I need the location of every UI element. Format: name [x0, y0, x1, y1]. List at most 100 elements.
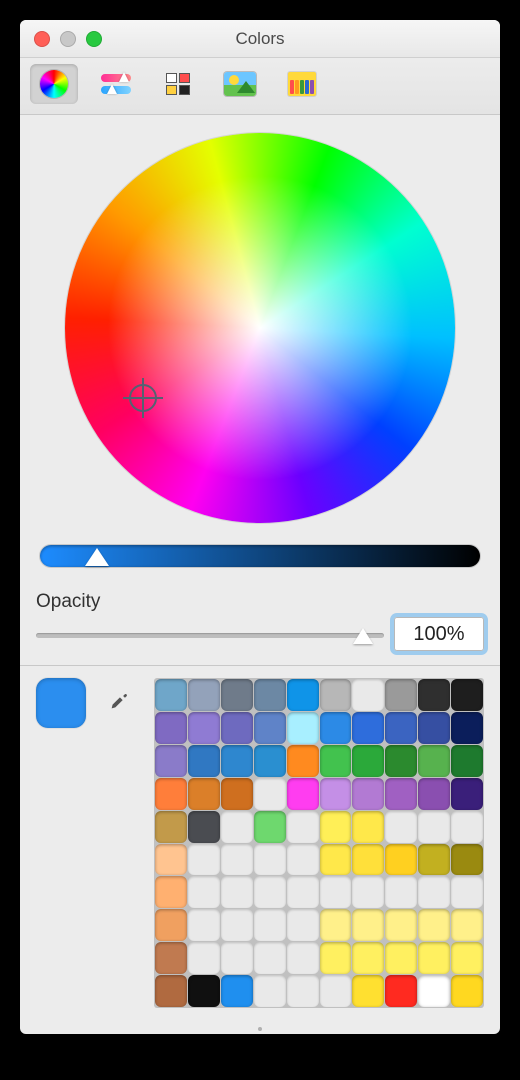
swatch-cell[interactable]	[287, 745, 319, 777]
swatch-cell[interactable]	[352, 909, 384, 941]
swatch-cell[interactable]	[418, 975, 450, 1007]
swatch-cell[interactable]	[385, 909, 417, 941]
opacity-thumb[interactable]	[353, 628, 373, 644]
swatch-cell[interactable]	[221, 844, 253, 876]
opacity-field[interactable]: 100%	[394, 617, 484, 651]
swatch-cell[interactable]	[254, 844, 286, 876]
current-color-swatch[interactable]	[36, 678, 86, 728]
wheel-cursor-icon[interactable]	[129, 384, 157, 412]
swatch-cell[interactable]	[188, 811, 220, 843]
zoom-button[interactable]	[86, 31, 102, 47]
tab-color-palettes[interactable]	[154, 64, 202, 104]
swatch-cell[interactable]	[287, 778, 319, 810]
swatch-cell[interactable]	[254, 942, 286, 974]
swatch-cell[interactable]	[418, 679, 450, 711]
swatch-cell[interactable]	[418, 778, 450, 810]
swatch-cell[interactable]	[418, 712, 450, 744]
swatch-cell[interactable]	[352, 745, 384, 777]
swatch-cell[interactable]	[320, 811, 352, 843]
swatch-cell[interactable]	[221, 679, 253, 711]
swatch-cell[interactable]	[320, 778, 352, 810]
swatch-cell[interactable]	[320, 679, 352, 711]
swatch-cell[interactable]	[221, 975, 253, 1007]
swatch-cell[interactable]	[188, 876, 220, 908]
swatch-cell[interactable]	[385, 745, 417, 777]
swatch-cell[interactable]	[320, 942, 352, 974]
swatch-cell[interactable]	[188, 745, 220, 777]
swatch-cell[interactable]	[287, 975, 319, 1007]
swatch-cell[interactable]	[451, 844, 483, 876]
swatch-cell[interactable]	[155, 975, 187, 1007]
swatch-cell[interactable]	[320, 975, 352, 1007]
swatch-cell[interactable]	[155, 811, 187, 843]
swatch-cell[interactable]	[418, 745, 450, 777]
swatch-cell[interactable]	[418, 909, 450, 941]
swatch-cell[interactable]	[352, 942, 384, 974]
swatch-cell[interactable]	[254, 811, 286, 843]
swatch-cell[interactable]	[287, 679, 319, 711]
swatch-cell[interactable]	[287, 942, 319, 974]
minimize-button[interactable]	[60, 31, 76, 47]
eyedropper-button[interactable]	[104, 686, 134, 716]
swatch-cell[interactable]	[155, 679, 187, 711]
swatch-cell[interactable]	[320, 909, 352, 941]
swatch-cell[interactable]	[155, 876, 187, 908]
swatch-cell[interactable]	[418, 811, 450, 843]
swatch-cell[interactable]	[385, 844, 417, 876]
swatch-cell[interactable]	[188, 712, 220, 744]
swatch-cell[interactable]	[451, 942, 483, 974]
swatch-cell[interactable]	[320, 712, 352, 744]
swatch-cell[interactable]	[155, 745, 187, 777]
swatch-cell[interactable]	[221, 909, 253, 941]
swatch-cell[interactable]	[385, 975, 417, 1007]
swatch-cell[interactable]	[287, 811, 319, 843]
swatch-cell[interactable]	[352, 679, 384, 711]
swatch-cell[interactable]	[418, 942, 450, 974]
swatch-cell[interactable]	[451, 975, 483, 1007]
resize-dot-icon[interactable]	[20, 1024, 500, 1034]
swatch-cell[interactable]	[188, 975, 220, 1007]
swatch-cell[interactable]	[254, 975, 286, 1007]
close-button[interactable]	[34, 31, 50, 47]
swatch-cell[interactable]	[221, 778, 253, 810]
swatch-cell[interactable]	[287, 909, 319, 941]
swatch-cell[interactable]	[221, 712, 253, 744]
tab-crayons[interactable]	[278, 64, 326, 104]
swatch-cell[interactable]	[451, 679, 483, 711]
swatch-cell[interactable]	[385, 876, 417, 908]
swatch-cell[interactable]	[352, 778, 384, 810]
swatch-cell[interactable]	[221, 745, 253, 777]
swatch-cell[interactable]	[155, 942, 187, 974]
swatch-cell[interactable]	[451, 745, 483, 777]
brightness-slider[interactable]	[40, 545, 480, 567]
swatch-cell[interactable]	[287, 844, 319, 876]
swatch-cell[interactable]	[320, 745, 352, 777]
swatch-cell[interactable]	[188, 844, 220, 876]
swatch-cell[interactable]	[188, 909, 220, 941]
swatch-cell[interactable]	[352, 844, 384, 876]
swatch-cell[interactable]	[155, 844, 187, 876]
swatch-cell[interactable]	[254, 909, 286, 941]
swatch-cell[interactable]	[254, 745, 286, 777]
swatch-cell[interactable]	[254, 712, 286, 744]
swatch-cell[interactable]	[188, 942, 220, 974]
brightness-thumb[interactable]	[85, 548, 109, 566]
titlebar[interactable]: Colors	[20, 20, 500, 58]
swatch-cell[interactable]	[188, 778, 220, 810]
color-wheel[interactable]	[65, 133, 455, 523]
swatch-cell[interactable]	[155, 712, 187, 744]
swatch-cell[interactable]	[385, 942, 417, 974]
swatch-cell[interactable]	[418, 844, 450, 876]
swatch-cell[interactable]	[385, 778, 417, 810]
swatch-cell[interactable]	[385, 712, 417, 744]
swatch-cell[interactable]	[451, 811, 483, 843]
swatch-cell[interactable]	[155, 778, 187, 810]
swatch-cell[interactable]	[385, 811, 417, 843]
swatch-cell[interactable]	[188, 679, 220, 711]
swatch-cell[interactable]	[287, 876, 319, 908]
tab-color-sliders[interactable]	[92, 64, 140, 104]
swatch-cell[interactable]	[352, 876, 384, 908]
swatch-cell[interactable]	[352, 811, 384, 843]
swatch-cell[interactable]	[221, 876, 253, 908]
swatch-cell[interactable]	[287, 712, 319, 744]
